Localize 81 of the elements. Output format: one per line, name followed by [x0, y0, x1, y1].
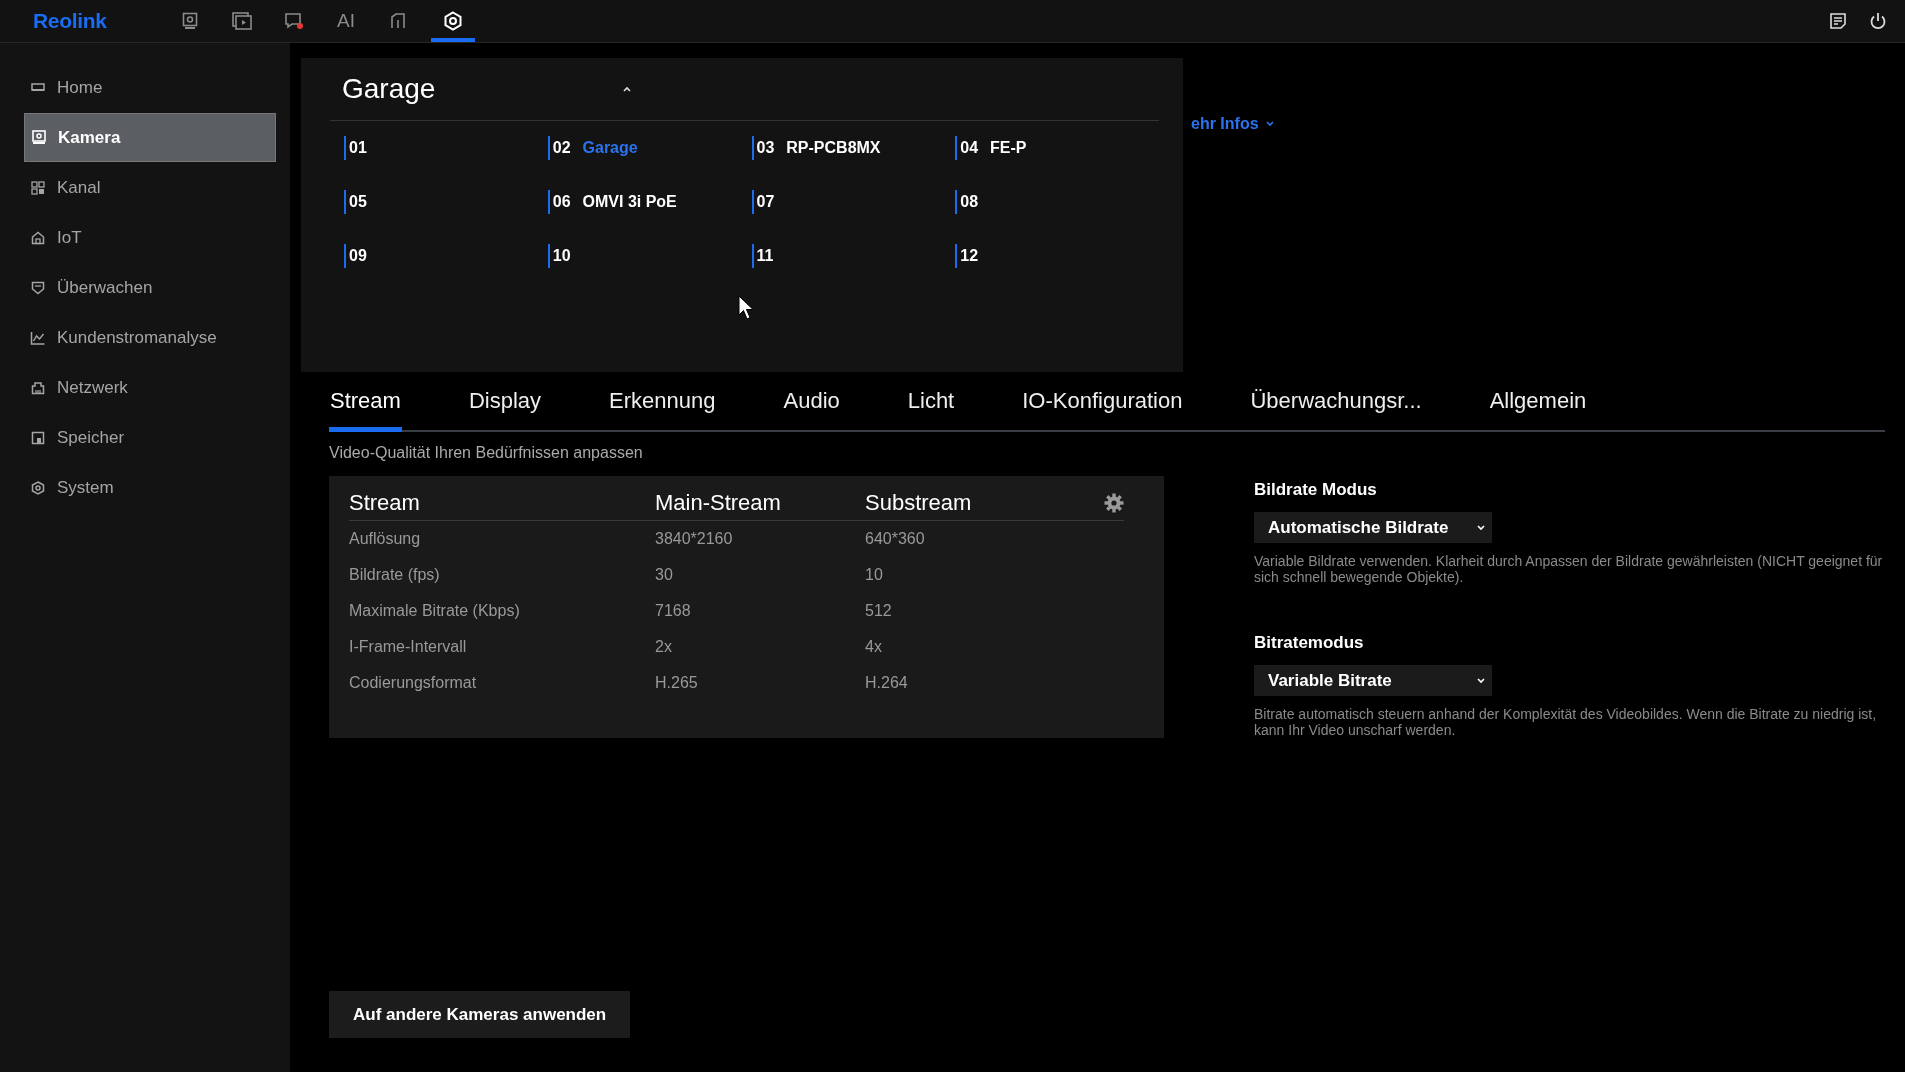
alert-monitor-icon: [284, 12, 304, 30]
sidebar-item[interactable]: IoT: [24, 213, 276, 262]
table-cell-text: 3840*2160: [655, 530, 734, 548]
apply-button[interactable]: Auf andere Kameras anwenden: [329, 991, 631, 1038]
monitor-icon: [30, 82, 46, 93]
channel-item[interactable]: 10: [547, 244, 752, 268]
sidebar-item[interactable]: Home: [24, 63, 276, 112]
channel-item[interactable]: 08: [955, 190, 1159, 214]
sidebar-item[interactable]: Überwachen: [24, 263, 276, 312]
caret-up-icon[interactable]: [622, 85, 632, 93]
channel-item[interactable]: 12: [955, 244, 1159, 268]
chevron-down-icon: [1476, 676, 1486, 685]
tab[interactable]: Display: [467, 375, 543, 432]
channel-item[interactable]: 07: [751, 190, 956, 214]
tab[interactable]: Erkennung: [608, 375, 717, 432]
shield-icon: [30, 280, 46, 295]
more-info-link[interactable]: ehr Infos: [1191, 115, 1275, 133]
settings-icon: [30, 480, 46, 495]
sidebar-item[interactable]: Kundenstromanalyse: [24, 313, 276, 362]
table-cell-text: 7168: [655, 602, 692, 620]
table-cell-text: Maximale Bitrate (Kbps): [349, 602, 521, 620]
tab[interactable]: Audio: [782, 375, 841, 432]
sidebar-item[interactable]: Kamera: [24, 113, 276, 162]
file-icon: [389, 12, 407, 30]
sidebar-item[interactable]: Netzwerk: [24, 363, 276, 412]
channel-item[interactable]: 11: [751, 244, 956, 268]
channel-item[interactable]: 05: [344, 190, 548, 214]
camera-title: Garage: [342, 73, 437, 105]
chevron-down-icon: [1476, 523, 1486, 532]
dropdown[interactable]: Automatische Bildrate: [1254, 512, 1492, 543]
notes-button[interactable]: [1829, 12, 1847, 30]
house-icon: [30, 230, 46, 245]
camera-icon: [182, 12, 198, 30]
logo: Reolink: [33, 9, 108, 33]
table-cell-text: Codierungsformat: [349, 674, 478, 692]
column-header: Stream: [349, 490, 421, 516]
chevron-down-icon: [1264, 120, 1275, 128]
table-cell-text: Auflösung: [349, 530, 422, 548]
column-header: Substream: [865, 490, 973, 516]
mouse-cursor-icon: [738, 295, 756, 321]
settings-icon: [443, 11, 463, 31]
table-cell-text: 10: [865, 566, 884, 584]
dropdown[interactable]: Variable Bitrate: [1254, 665, 1492, 696]
tab[interactable]: Allgemein: [1488, 375, 1588, 432]
line-chart-icon: [30, 330, 46, 345]
gear-icon[interactable]: [1104, 493, 1124, 513]
setting-label: Bitratemodus: [1254, 633, 1365, 653]
table-cell-text: 2x: [655, 638, 673, 656]
setting-description: Variable Bildrate verwenden. Klarheit durch Anpassen der Bildrate gewährleisten (NICHT geeignet für sich schnell bewegende Objekte).: [1254, 553, 1884, 585]
ai-tab[interactable]: AI: [327, 0, 365, 42]
section-subtitle: Video-Qualität Ihren Bedürfnissen anpassen: [329, 444, 644, 462]
table-cell-text: H.264: [865, 674, 909, 692]
network-icon: [30, 380, 46, 395]
playback-icon: [232, 12, 252, 30]
channel-item[interactable]: 01: [344, 136, 548, 160]
tab[interactable]: Licht: [906, 375, 956, 432]
channel-item[interactable]: 09: [344, 244, 548, 268]
notes-icon: [1829, 12, 1847, 30]
table-cell-text: Bildrate (fps): [349, 566, 441, 584]
grid-icon: [30, 180, 46, 195]
power-button[interactable]: [1869, 12, 1887, 30]
channel-item[interactable]: 06 OMVI 3i PoE: [547, 190, 752, 214]
sidebar-item[interactable]: System: [24, 463, 276, 512]
tab[interactable]: Überwachungsr...: [1249, 375, 1423, 432]
channel-item[interactable]: 03 RP-PCB8MX: [751, 136, 956, 160]
sidebar-item[interactable]: Kanal: [24, 163, 276, 212]
table-cell-text: 30: [655, 566, 674, 584]
channel-item[interactable]: 02 Garage: [547, 136, 752, 160]
power-icon: [1869, 12, 1887, 30]
camera-icon: [31, 130, 47, 145]
setting-description: Bitrate automatisch steuern anhand der Komplexität des Videobildes. Wenn die Bitrate zu niedrig ist, kann Ihr Video unscharf werden.: [1254, 706, 1878, 738]
table-cell-text: I-Frame-Intervall: [349, 638, 468, 656]
tab[interactable]: IO-Konfiguration: [1021, 375, 1184, 432]
channel-item[interactable]: 04 FE-P: [955, 136, 1159, 160]
table-cell-text: 4x: [865, 638, 883, 656]
column-header: Main-Stream: [655, 490, 782, 516]
setting-label: Bildrate Modus: [1254, 480, 1378, 500]
table-cell-text: H.265: [655, 674, 699, 692]
table-cell-text: 512: [865, 602, 893, 620]
table-cell-text: 640*360: [865, 530, 926, 548]
sidebar-item[interactable]: Speicher: [24, 413, 276, 462]
